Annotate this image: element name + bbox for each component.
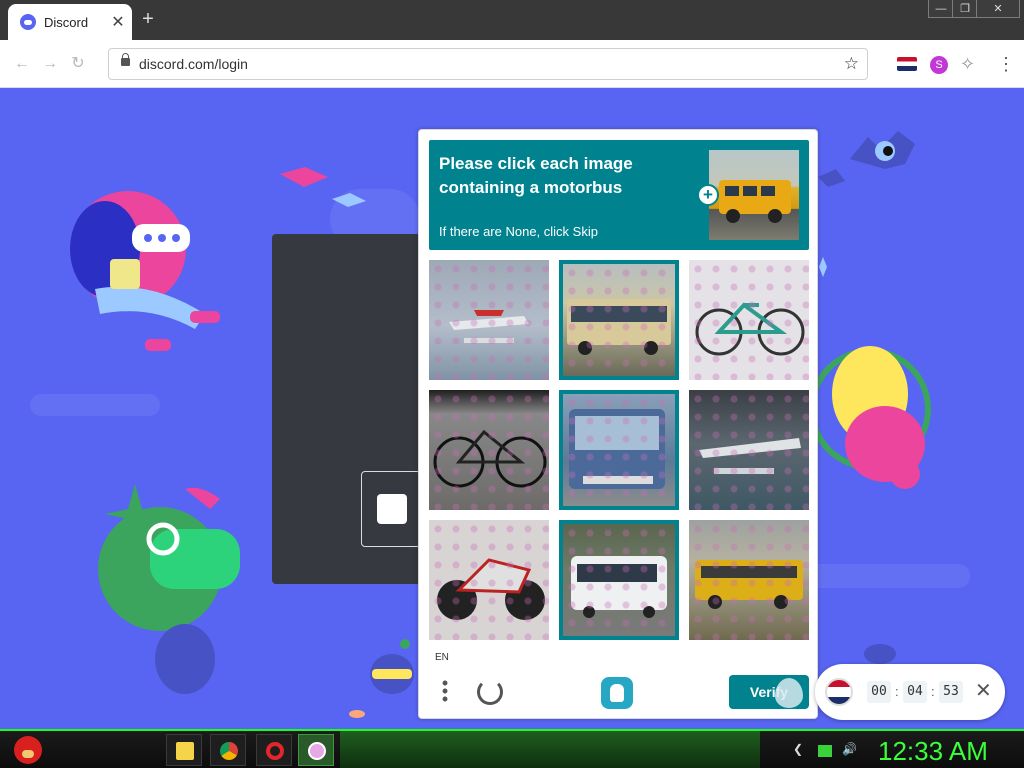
flag-extension-icon[interactable] (897, 57, 917, 71)
tile-bus-selected[interactable] (559, 390, 679, 510)
timer-widget: 00 : 04 : 53 ✕ (815, 664, 1005, 720)
window-close-button[interactable]: ✕ (976, 0, 1020, 18)
timer-separator: : (895, 684, 899, 699)
droplet-overlay-icon (775, 678, 803, 708)
refresh-icon[interactable] (477, 679, 503, 705)
captcha-prompt: Please click each image containing a mot… (429, 140, 809, 250)
hcaptcha-logo-icon (601, 677, 633, 709)
prompt-subtext: If there are None, click Skip (439, 224, 598, 239)
discord-icon (20, 14, 36, 30)
captcha-challenge: Please click each image containing a mot… (418, 129, 818, 719)
tile-school-bus[interactable] (689, 520, 809, 640)
maximize-button[interactable]: ❐ (952, 0, 978, 18)
taskbar-chrome[interactable] (210, 734, 246, 766)
tray-arrow-icon[interactable]: ❮ (793, 742, 803, 756)
tile-seaplane[interactable] (429, 260, 549, 380)
opera-icon (266, 742, 284, 760)
puzzle-icon[interactable]: ✧ (960, 54, 980, 74)
tab-discord[interactable]: Discord ✕ (8, 4, 132, 40)
taskbar: ❮ 🔊 12:33 AM (0, 729, 1024, 768)
address-bar[interactable]: discord.com/login ☆ (108, 48, 868, 80)
prompt-line-1: Please click each image (439, 154, 633, 173)
example-bus-image (719, 180, 791, 223)
s-extension-icon[interactable]: S (930, 56, 948, 74)
tile-bicycle[interactable] (429, 390, 549, 510)
volume-icon[interactable]: 🔊 (842, 742, 857, 756)
menu-icon[interactable]: ⋮ (996, 54, 1016, 74)
timer-hours: 00 (867, 681, 891, 703)
timer-seconds: 53 (939, 681, 963, 703)
tile-motorcycle[interactable] (429, 520, 549, 640)
prompt-line-2: containing a motorbus (439, 178, 623, 197)
prompt-text: Please click each image containing a mot… (439, 152, 659, 200)
flag-icon (825, 678, 853, 706)
new-tab-button[interactable]: + (138, 8, 158, 30)
app-icon (308, 742, 326, 760)
tile-seaplane[interactable] (689, 390, 809, 510)
captcha-frame-tab (361, 471, 421, 547)
taskbar-glow (340, 731, 760, 768)
tab-title: Discord (44, 14, 89, 30)
menu-dots-icon[interactable]: • • • (439, 674, 451, 708)
browser-toolbar: ← → ↻ discord.com/login ☆ (0, 40, 1024, 88)
flying-book-illustration (280, 167, 328, 187)
taskbar-explorer[interactable] (166, 734, 202, 766)
tab-close-icon[interactable]: ✕ (108, 12, 128, 32)
reload-button[interactable]: ↻ (68, 54, 88, 74)
start-button[interactable] (8, 732, 48, 768)
taskbar-clock[interactable]: 12:33 AM (878, 736, 988, 767)
shoe-illustration (190, 311, 220, 323)
taskbar-opera[interactable] (256, 734, 292, 766)
chrome-icon (220, 742, 238, 760)
timer-separator: : (931, 684, 935, 699)
folder-icon (176, 742, 194, 760)
browser-titlebar: Discord ✕ + — ❐ ✕ (0, 0, 1024, 40)
flying-book-illustration (332, 193, 366, 207)
timer-minutes: 04 (903, 681, 927, 703)
minimize-button[interactable]: — (928, 0, 954, 18)
shoe-illustration (145, 339, 171, 351)
angry-bird-icon (14, 736, 42, 764)
tile-bicycle[interactable] (689, 260, 809, 380)
example-image[interactable] (709, 150, 799, 240)
lock-icon (121, 53, 130, 66)
timer-close-icon[interactable]: ✕ (975, 680, 992, 702)
star-icon[interactable]: ☆ (844, 54, 859, 74)
tile-bus-selected[interactable] (559, 520, 679, 640)
back-button[interactable]: ← (12, 54, 32, 74)
forward-button[interactable]: → (40, 54, 60, 74)
url-text: discord.com/login (139, 56, 248, 72)
girl-legs-illustration (95, 286, 205, 329)
network-icon[interactable] (818, 745, 832, 757)
add-example-icon[interactable]: + (697, 184, 719, 206)
image-grid (429, 260, 809, 640)
language-selector[interactable]: EN (435, 652, 449, 663)
laptop-illustration (110, 259, 140, 289)
tile-bus-selected[interactable] (559, 260, 679, 380)
checkbox-placeholder (377, 494, 407, 524)
taskbar-active-app[interactable] (298, 734, 334, 766)
